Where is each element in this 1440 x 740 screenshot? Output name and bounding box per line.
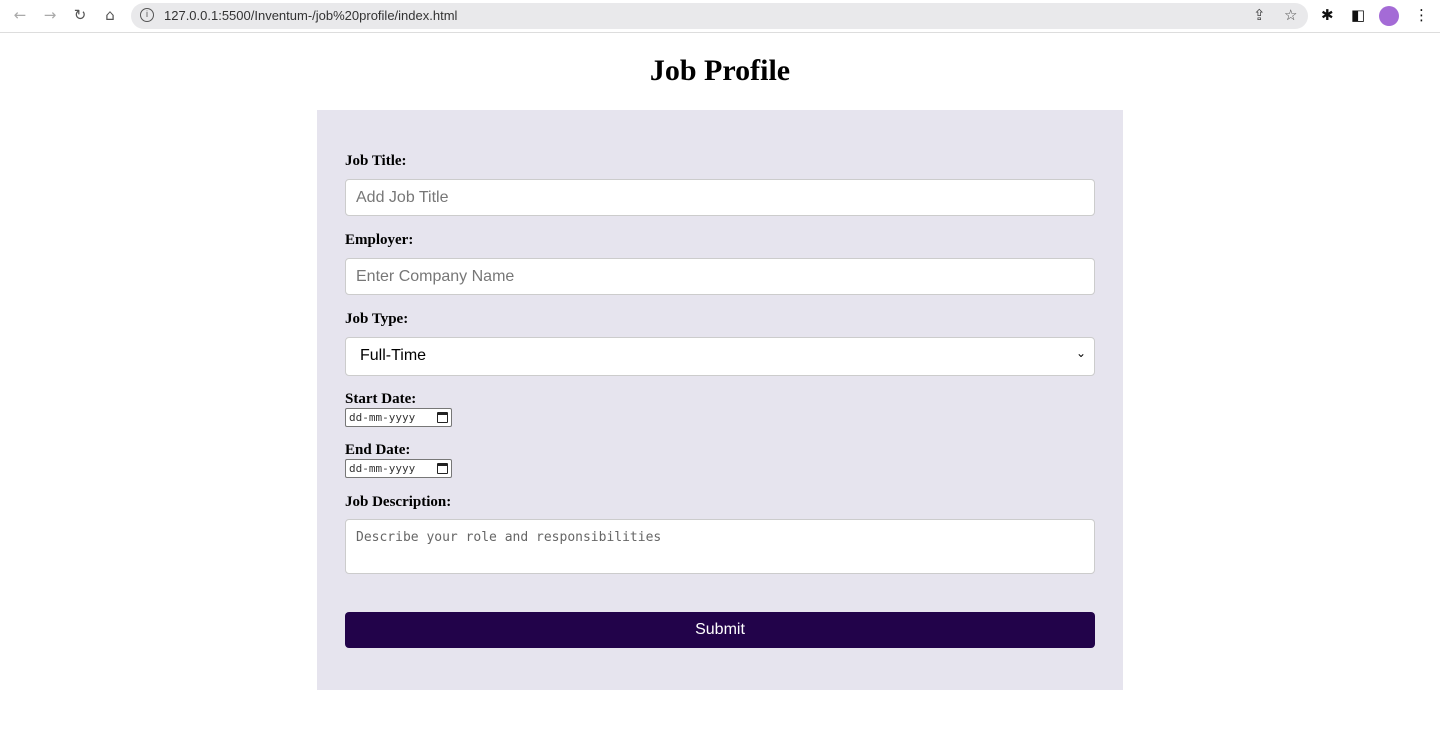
address-bar[interactable]: i 127.0.0.1:5500/Inventum-/job%20profile… (131, 3, 1308, 29)
calendar-icon[interactable] (437, 412, 448, 423)
employer-label: Employer: (345, 232, 414, 248)
home-icon[interactable]: ⌂ (100, 6, 120, 24)
job-title-input[interactable]: Add Job Title (345, 179, 1095, 216)
page-title: Job Profile (649, 54, 791, 87)
chevron-down-icon: ⌄ (1075, 346, 1086, 360)
extensions-icon[interactable]: ✱ (1321, 6, 1334, 24)
start-date-label: Start Date: (345, 391, 417, 407)
job-title-placeholder: Add Job Title (356, 189, 449, 206)
job-type-label: Job Type: (345, 311, 409, 327)
end-date-placeholder: dd-mm-yyyy (349, 462, 416, 475)
calendar-icon[interactable] (437, 463, 448, 474)
start-date-placeholder: dd-mm-yyyy (349, 411, 416, 424)
end-date-input[interactable]: dd-mm-yyyy (345, 459, 452, 478)
forward-icon[interactable]: → (40, 6, 60, 24)
menu-icon[interactable]: ⋮ (1414, 6, 1429, 24)
share-icon[interactable]: ⇪ (1253, 6, 1266, 24)
description-label: Job Description: (345, 494, 452, 510)
star-icon[interactable]: ☆ (1284, 6, 1297, 24)
avatar[interactable] (1379, 6, 1399, 26)
url-text: 127.0.0.1:5500/Inventum-/job%20profile/i… (164, 8, 458, 23)
employer-input[interactable]: Enter Company Name (345, 258, 1095, 295)
info-icon[interactable]: i (140, 8, 154, 22)
description-placeholder: Describe your role and responsibilities (356, 530, 662, 545)
description-textarea[interactable]: Describe your role and responsibilities (345, 519, 1095, 574)
job-profile-form: Job Title: Add Job Title Employer: Enter… (317, 110, 1123, 690)
job-type-select[interactable]: Full-Time ⌄ (345, 337, 1095, 376)
end-date-label: End Date: (345, 442, 411, 458)
job-title-label: Job Title: (345, 153, 407, 169)
job-type-value: Full-Time (360, 347, 427, 364)
side-panel-icon[interactable]: ◧ (1351, 6, 1365, 24)
browser-toolbar: ← → ↻ ⌂ i 127.0.0.1:5500/Inventum-/job%2… (0, 0, 1440, 33)
back-icon[interactable]: ← (10, 6, 30, 24)
start-date-input[interactable]: dd-mm-yyyy (345, 408, 452, 427)
employer-placeholder: Enter Company Name (356, 268, 515, 285)
reload-icon[interactable]: ↻ (70, 6, 90, 24)
submit-button[interactable]: Submit (345, 612, 1095, 648)
